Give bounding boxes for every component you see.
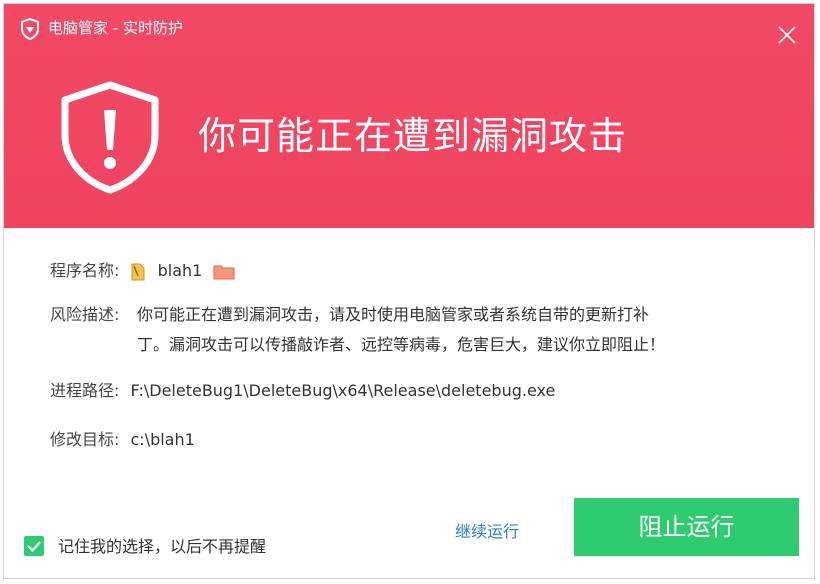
remember-checkbox[interactable] bbox=[24, 536, 44, 556]
process-path-value: F:\DeleteBug1\DeleteBug\x64\Release\dele… bbox=[130, 381, 556, 400]
continue-running-link[interactable]: 继续运行 bbox=[455, 518, 519, 542]
risk-description-line: 你可能正在遭到漏洞攻击，请及时使用电脑管家或者系统自带的更新打补 bbox=[137, 305, 650, 324]
risk-description-row: 风险描述: 你可能正在遭到漏洞攻击，请及时使用电脑管家或者系统自带的更新打补 丁… bbox=[50, 300, 750, 354]
title-bar[interactable]: 电脑管家 - 实时防护 bbox=[4, 4, 814, 48]
alert-banner: 电脑管家 - 实时防护 你可能正在遭到漏洞攻击 bbox=[4, 4, 814, 228]
process-path-row: 进程路径: F:\DeleteBug1\DeleteBug\x64\Releas… bbox=[50, 376, 555, 406]
remember-choice-label: 记住我的选择，以后不再提醒 bbox=[58, 537, 267, 556]
program-name-label: 程序名称: bbox=[50, 261, 120, 280]
modify-target-value: c:\blah1 bbox=[130, 430, 195, 449]
risk-description-line: 丁。漏洞攻击可以传播敲诈者、远控等病毒，危害巨大，建议你立即阻止！ bbox=[137, 335, 666, 354]
modify-target-label: 修改目标: bbox=[50, 430, 120, 449]
close-icon[interactable] bbox=[776, 24, 798, 46]
process-path-label: 进程路径: bbox=[50, 381, 120, 400]
warning-shield-icon bbox=[61, 81, 159, 194]
risk-description-label: 风险描述: bbox=[50, 305, 120, 324]
checkmark-icon bbox=[27, 541, 41, 553]
program-name-row: 程序名称: blah1 bbox=[50, 256, 235, 286]
risk-description-text: 你可能正在遭到漏洞攻击，请及时使用电脑管家或者系统自带的更新打补 丁。漏洞攻击可… bbox=[137, 300, 737, 360]
modify-target-row: 修改目标: c:\blah1 bbox=[50, 425, 195, 455]
folder-icon[interactable] bbox=[213, 263, 235, 281]
window-title: 电脑管家 - 实时防护 bbox=[48, 19, 183, 37]
file-icon bbox=[131, 263, 144, 280]
block-running-button[interactable]: 阻止运行 bbox=[574, 498, 799, 556]
alert-headline: 你可能正在遭到漏洞攻击 bbox=[198, 114, 628, 158]
shield-logo-icon bbox=[21, 18, 39, 40]
program-name-value: blah1 bbox=[157, 261, 203, 280]
security-alert-dialog: 电脑管家 - 实时防护 你可能正在遭到漏洞攻击 程序名称: blah1 风险描述… bbox=[3, 3, 815, 579]
